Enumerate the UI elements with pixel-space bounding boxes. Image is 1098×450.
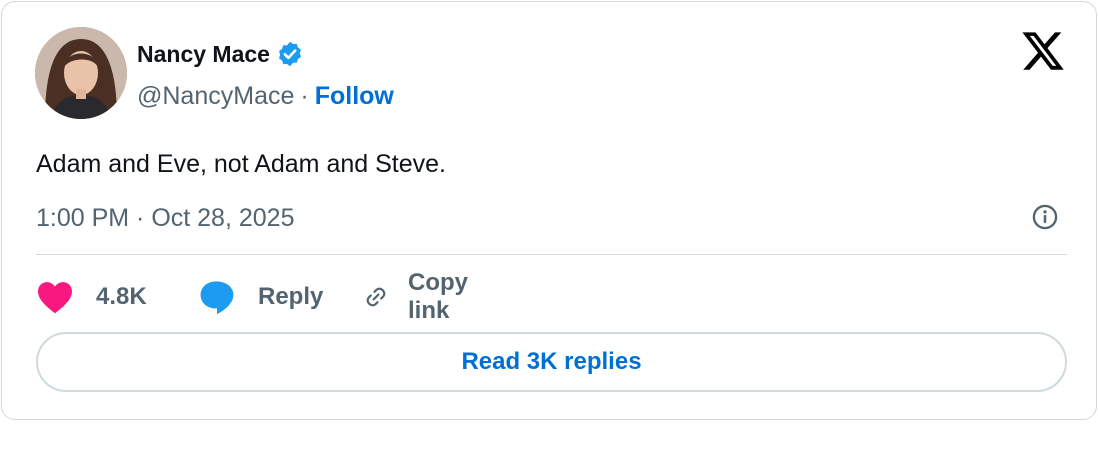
copy-link-button[interactable]: Copy link bbox=[364, 269, 480, 324]
link-icon bbox=[366, 287, 386, 307]
author-handle-row: @NancyMace · Follow bbox=[137, 78, 394, 114]
reply-label: Reply bbox=[258, 283, 324, 310]
verified-badge-icon bbox=[279, 41, 301, 67]
tweet-embed-card: Nancy Mace @NancyMace · Follow Adam and … bbox=[1, 1, 1097, 420]
avatar[interactable] bbox=[35, 27, 127, 119]
x-logo-icon[interactable] bbox=[1020, 28, 1066, 74]
follow-button[interactable]: Follow bbox=[315, 82, 394, 111]
tweet-text: Adam and Eve, not Adam and Steve. bbox=[36, 150, 446, 178]
read-replies-button[interactable]: Read 3K replies bbox=[36, 332, 1067, 392]
reply-button[interactable]: Reply bbox=[198, 272, 323, 322]
copy-link-label: Copy link bbox=[408, 269, 468, 324]
divider bbox=[36, 254, 1067, 255]
handle-separator: · bbox=[300, 81, 309, 110]
like-count: 4.8K bbox=[96, 283, 147, 310]
author-name[interactable]: Nancy Mace bbox=[137, 36, 270, 72]
author-name-row: Nancy Mace bbox=[137, 36, 304, 72]
tweet-timestamp[interactable]: 1:00 PM · Oct 28, 2025 bbox=[36, 200, 294, 236]
like-button[interactable]: 4.8K bbox=[36, 272, 147, 322]
speech-bubble-icon bbox=[200, 281, 234, 315]
heart-icon bbox=[38, 282, 72, 314]
info-icon[interactable] bbox=[1031, 203, 1059, 231]
author-handle[interactable]: @NancyMace bbox=[137, 82, 294, 111]
